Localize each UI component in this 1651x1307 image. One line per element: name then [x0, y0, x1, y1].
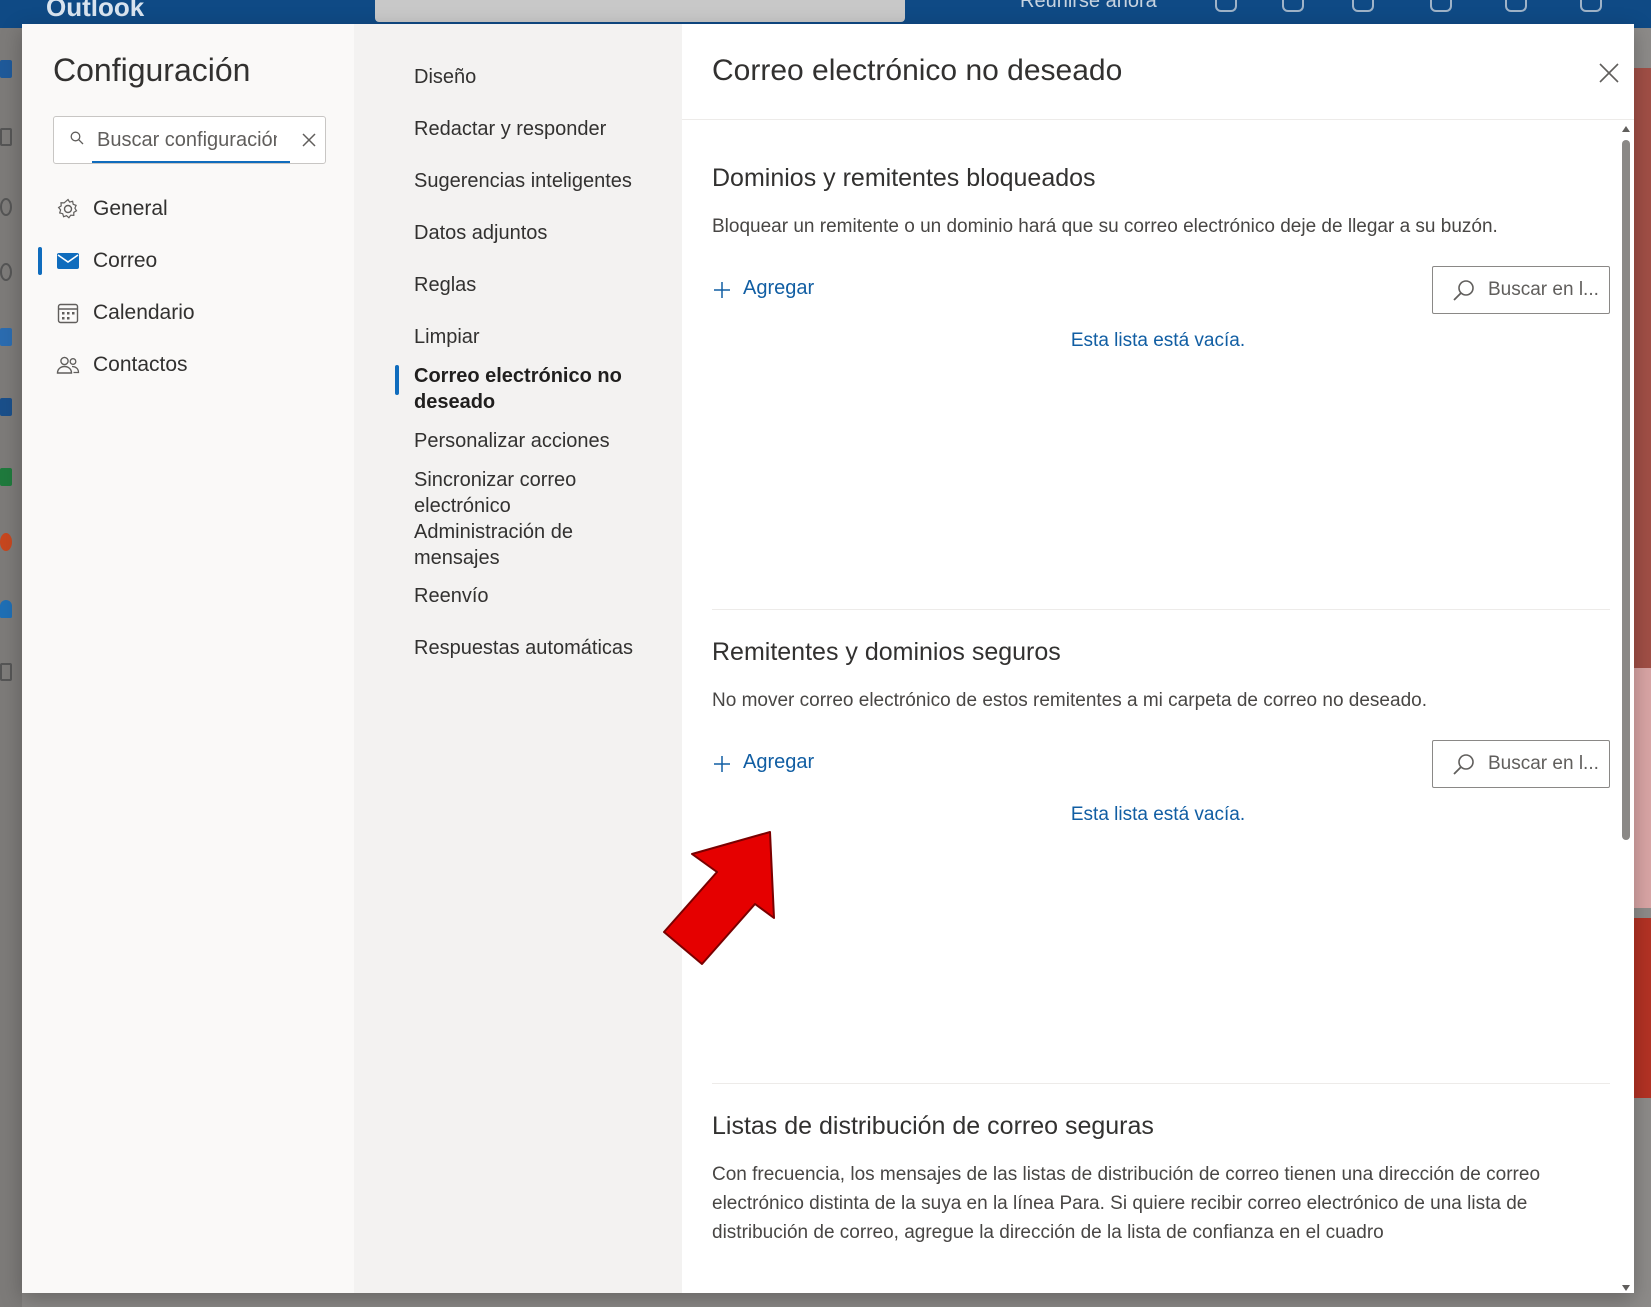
- onedrive-app-icon[interactable]: [0, 600, 12, 618]
- subcategory-label: Sugerencias inteligentes: [414, 170, 632, 192]
- subcategory-label: Respuestas automáticas: [414, 637, 634, 659]
- panel-scroll-area[interactable]: Dominios y remitentes bloqueados Bloquea…: [682, 120, 1634, 1293]
- app-left-rail: [0, 28, 22, 1307]
- calendar-app-icon[interactable]: [0, 128, 12, 146]
- subcategory-label: Personalizar acciones: [414, 430, 610, 452]
- blocked-senders-description: Bloquear un remitente o un dominio hará …: [712, 216, 1498, 237]
- search-focus-underline: [92, 161, 290, 163]
- subcategory-limpiar[interactable]: Limpiar: [354, 324, 682, 354]
- settings-categories-pane: Configuración General: [22, 24, 354, 1293]
- category-calendario[interactable]: Calendario: [22, 290, 354, 336]
- help-icon[interactable]: [1580, 0, 1602, 12]
- safe-senders-title: Remitentes y dominios seguros: [712, 638, 1061, 666]
- add-label: Agregar: [743, 277, 815, 299]
- search-label: Buscar en l...: [1488, 279, 1599, 300]
- excel-app-icon[interactable]: [0, 468, 12, 486]
- subcategory-datos-adjuntos[interactable]: Datos adjuntos: [354, 220, 682, 250]
- settings-search-box[interactable]: [53, 116, 326, 164]
- category-contactos[interactable]: Contactos: [22, 342, 354, 388]
- search-icon: [1453, 280, 1474, 301]
- meet-now-button[interactable]: Reunirse ahora: [1020, 0, 1157, 13]
- section-divider: [712, 609, 1610, 610]
- todo-app-icon[interactable]: [0, 328, 12, 346]
- mail-app-icon[interactable]: [0, 60, 12, 78]
- blocked-senders-title: Dominios y remitentes bloqueados: [712, 164, 1096, 192]
- powerpoint-app-icon[interactable]: [0, 533, 12, 551]
- subcategory-sincronizar[interactable]: Sincronizar correo electrónico: [354, 467, 682, 519]
- blocked-senders-search[interactable]: Buscar en l...: [1432, 266, 1610, 314]
- subcategory-label: Diseño: [414, 66, 477, 88]
- mail-icon: [57, 253, 79, 269]
- panel-scrollbar[interactable]: [1620, 124, 1632, 1293]
- safe-list-empty-text: Esta lista está vacía.: [1070, 804, 1246, 825]
- panel-title: Correo electrónico no deseado: [712, 54, 1123, 87]
- search-label: Buscar en l...: [1488, 753, 1599, 774]
- teams-icon[interactable]: [1215, 0, 1237, 12]
- scroll-up-arrow-icon[interactable]: [1622, 126, 1630, 132]
- safe-senders-description: No mover correo electrónico de estos rem…: [712, 690, 1427, 711]
- notifications-icon[interactable]: [1430, 0, 1452, 12]
- word-app-icon[interactable]: [0, 398, 12, 416]
- people-icon: [56, 356, 80, 374]
- subcategory-administracion[interactable]: Administración de mensajes: [354, 519, 682, 571]
- settings-search-input[interactable]: [97, 126, 277, 154]
- category-label: General: [93, 197, 168, 220]
- subcategory-correo-no-deseado[interactable]: Correo electrónico no deseado: [354, 363, 682, 417]
- clear-search-icon[interactable]: [299, 130, 319, 150]
- mail-subcategories-pane: Diseño Redactar y responder Sugerencias …: [354, 24, 682, 1293]
- subcategory-personalizar-acciones[interactable]: Personalizar acciones: [354, 428, 682, 458]
- scroll-down-arrow-icon[interactable]: [1622, 1285, 1630, 1291]
- groups-app-icon[interactable]: [0, 263, 12, 281]
- subcategory-label: Reenvío: [414, 585, 489, 607]
- section-divider: [712, 1083, 1610, 1084]
- scrollbar-thumb[interactable]: [1622, 140, 1630, 840]
- settings-dialog: Configuración General: [22, 24, 1634, 1293]
- annotation-arrow-icon: [663, 831, 775, 965]
- search-icon: [1453, 754, 1474, 775]
- add-label: Agregar: [743, 751, 815, 773]
- active-indicator: [38, 247, 42, 275]
- add-blocked-sender-button[interactable]: Agregar: [712, 274, 852, 306]
- plus-icon: [714, 756, 730, 772]
- subcategory-reenvio[interactable]: Reenvío: [354, 583, 682, 613]
- subcategory-reglas[interactable]: Reglas: [354, 272, 682, 302]
- safe-mailing-lists-title: Listas de distribución de correo seguras: [712, 1112, 1154, 1140]
- tips-icon[interactable]: [1352, 0, 1374, 12]
- subcategory-label: Administración de mensajes: [414, 521, 573, 569]
- subcategory-label: Datos adjuntos: [414, 222, 548, 244]
- subcategory-diseno[interactable]: Diseño: [354, 64, 682, 94]
- active-indicator: [395, 365, 399, 395]
- calendar-icon: [57, 303, 79, 324]
- subcategory-label: Reglas: [414, 274, 477, 296]
- subcategory-label: Redactar y responder: [414, 118, 607, 140]
- close-icon[interactable]: [1596, 60, 1622, 86]
- add-safe-sender-button[interactable]: Agregar: [712, 748, 852, 780]
- subcategory-label: Correo electrónico no deseado: [414, 365, 622, 413]
- panel-header: Correo electrónico no deseado: [682, 24, 1634, 120]
- category-general[interactable]: General: [22, 186, 354, 232]
- gear-icon: [57, 198, 78, 219]
- category-label: Contactos: [93, 353, 188, 376]
- category-label: Correo: [93, 249, 158, 272]
- settings-icon[interactable]: [1505, 0, 1527, 12]
- subcategory-label: Limpiar: [414, 326, 480, 348]
- subcategory-label: Sincronizar correo electrónico: [414, 469, 577, 517]
- my-day-icon[interactable]: [1282, 0, 1304, 12]
- safe-senders-search[interactable]: Buscar en l...: [1432, 740, 1610, 788]
- category-correo[interactable]: Correo: [22, 238, 354, 284]
- category-label: Calendario: [93, 301, 195, 324]
- app-search-bar[interactable]: [375, 0, 905, 22]
- more-apps-icon[interactable]: [0, 663, 12, 681]
- search-icon: [70, 131, 84, 145]
- blocked-list-empty-text: Esta lista está vacía.: [1070, 330, 1246, 351]
- subcategory-redactar[interactable]: Redactar y responder: [354, 116, 682, 146]
- subcategory-sugerencias[interactable]: Sugerencias inteligentes: [354, 168, 682, 198]
- people-app-icon[interactable]: [0, 198, 12, 216]
- settings-title: Configuración: [53, 52, 251, 88]
- plus-icon: [714, 282, 730, 298]
- safe-mailing-lists-description: Con frecuencia, los mensajes de las list…: [712, 1164, 1541, 1243]
- subcategory-respuestas-automaticas[interactable]: Respuestas automáticas: [354, 635, 682, 665]
- junk-mail-panel: Correo electrónico no deseado Dominios y…: [682, 24, 1634, 1293]
- app-brand: Outlook: [46, 0, 145, 22]
